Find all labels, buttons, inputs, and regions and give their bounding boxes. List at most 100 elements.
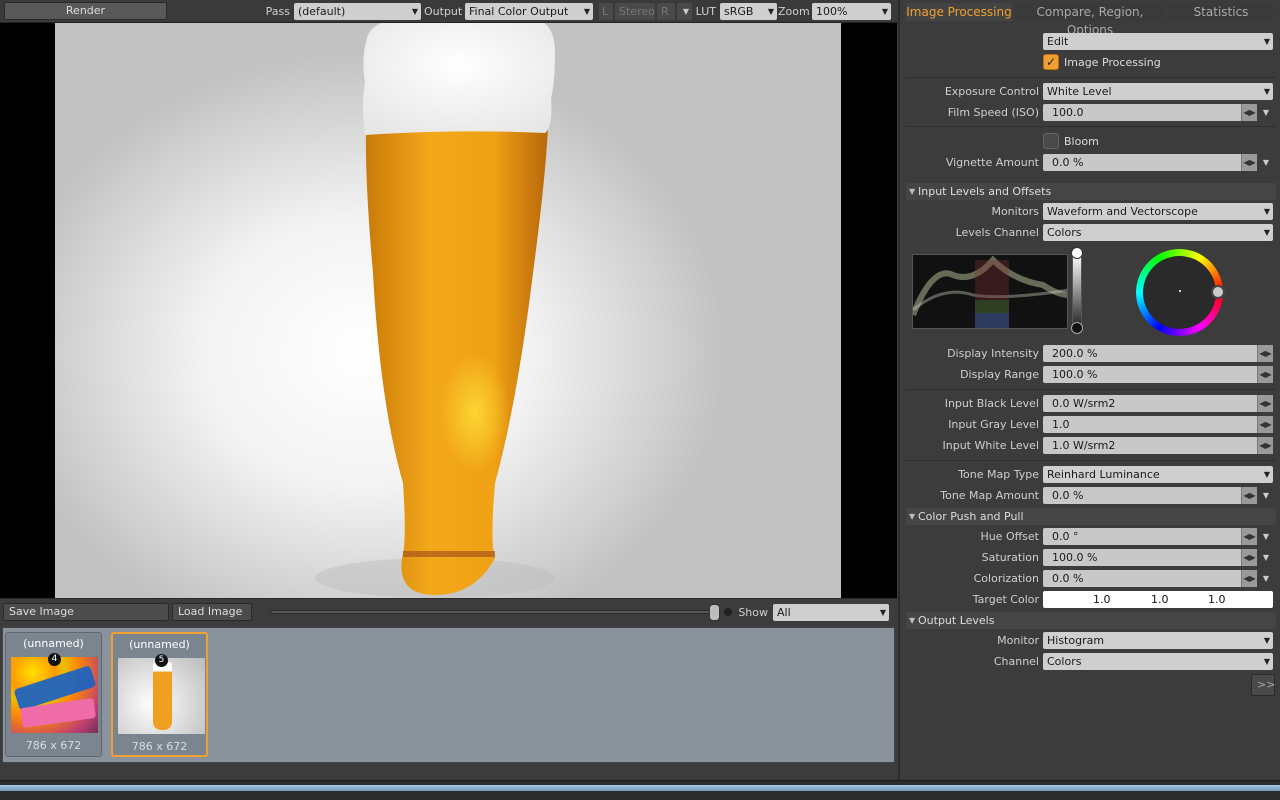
spin-arrows-icon[interactable]: ◀▶ [1241,104,1257,121]
tone-map-type-dropdown[interactable]: Reinhard Luminance ▼ [1043,466,1273,483]
thumbnail-image [11,657,98,733]
image-processing-checkbox[interactable]: ✓ [1043,54,1059,70]
target-color-b[interactable]: 1.0 [1208,591,1226,608]
vectorscope[interactable] [1136,249,1223,336]
monitor-dropdown[interactable]: Histogram ▼ [1043,632,1273,649]
waveform-graph [913,255,1067,328]
target-color-g[interactable]: 1.0 [1151,591,1169,608]
tab-image-processing[interactable]: Image Processing [906,3,1012,21]
render-viewport[interactable] [0,23,897,598]
chevron-down-icon: ▼ [1263,636,1270,645]
display-intensity-value: 200.0 % [1052,347,1098,360]
vignette-field[interactable]: 0.0 % ◀▶ ▼ [1043,154,1269,171]
channel-label: Channel [993,655,1039,668]
stereo-dropdown[interactable]: ▼ [677,3,692,20]
vignette-value: 0.0 % [1052,156,1084,169]
r-label: R [661,5,669,18]
monitor-value: Histogram [1047,634,1105,647]
thumbnail-item[interactable]: (unnamed) 4 786 x 672 [5,632,102,757]
thumbnail-badge: 5 [155,654,168,667]
levels-gradient-bar[interactable] [1072,254,1082,329]
section-input-levels[interactable]: ▼ Input Levels and Offsets [906,183,1276,200]
section-color-push[interactable]: ▼ Color Push and Pull [906,508,1276,525]
tone-map-amount-label: Tone Map Amount [940,489,1039,502]
tab-statistics[interactable]: Statistics [1168,3,1274,21]
target-color-swatch[interactable]: 1.0 1.0 1.0 [1043,591,1273,608]
pass-dropdown[interactable]: (default) ▼ [294,3,421,20]
spin-arrows-icon[interactable]: ◀▶ [1257,437,1273,454]
tone-map-type-value: Reinhard Luminance [1047,468,1160,481]
monitor-label: Monitor [997,634,1039,647]
chevron-down-icon[interactable]: ▼ [1259,487,1273,504]
edit-dropdown[interactable]: Edit ▼ [1043,33,1273,50]
thumbnail-item-selected[interactable]: (unnamed) 5 786 x 672 [111,632,208,757]
chevron-down-icon: ▼ [1263,657,1270,666]
levels-channel-dropdown[interactable]: Colors ▼ [1043,224,1273,241]
stereo-right-button[interactable]: R [657,3,675,20]
film-speed-value: 100.0 [1052,106,1084,119]
chevron-down-icon[interactable]: ▼ [1259,528,1273,545]
stereo-button[interactable]: Stereo [615,3,655,20]
chevron-down-icon: ▼ [879,608,886,617]
spin-arrows-icon[interactable]: ◀▶ [1241,528,1257,545]
spin-arrows-icon[interactable]: ◀▶ [1257,416,1273,433]
timeline-slider-handle[interactable] [709,604,720,621]
target-color-label: Target Color [972,593,1039,606]
lut-label: LUT [695,5,716,18]
lut-dropdown[interactable]: sRGB ▼ [720,3,777,20]
waveform-monitor[interactable] [912,254,1068,329]
chevron-down-icon: ▼ [767,7,774,16]
white-level-handle[interactable] [1071,247,1083,259]
display-intensity-field[interactable]: 200.0 % ◀▶ [1043,345,1273,362]
tone-map-amount-value: 0.0 % [1052,489,1084,502]
show-dropdown[interactable]: All ▼ [773,604,889,621]
chevron-down-icon[interactable]: ▼ [1259,570,1273,587]
display-range-label: Display Range [960,368,1039,381]
chevron-down-icon[interactable]: ▼ [1259,549,1273,566]
spin-arrows-icon[interactable]: ◀▶ [1257,395,1273,412]
divider [906,389,1276,390]
input-black-value: 0.0 W/srm2 [1052,397,1116,410]
hue-handle[interactable] [1211,285,1225,299]
hue-offset-field[interactable]: 0.0 ° ◀▶ ▼ [1043,528,1269,545]
timeline-slider-track[interactable] [270,610,720,614]
spin-arrows-icon[interactable]: ◀▶ [1241,487,1257,504]
save-image-button[interactable]: Save Image [3,603,169,621]
bloom-checkbox[interactable] [1043,133,1059,149]
output-dropdown[interactable]: Final Color Output ▼ [465,3,593,20]
input-black-field[interactable]: 0.0 W/srm2 ◀▶ [1043,395,1273,412]
chevron-down-icon: ▼ [411,7,418,16]
chevron-down-icon[interactable]: ▼ [1259,104,1273,121]
film-speed-label: Film Speed (ISO) [947,106,1039,119]
exposure-control-dropdown[interactable]: White Level ▼ [1043,83,1273,100]
exposure-control-value: White Level [1047,85,1112,98]
zoom-dropdown[interactable]: 100% ▼ [812,3,891,20]
spin-arrows-icon[interactable]: ◀▶ [1241,570,1257,587]
monitors-dropdown[interactable]: Waveform and Vectorscope ▼ [1043,203,1273,220]
target-color-r[interactable]: 1.0 [1093,591,1111,608]
spin-arrows-icon[interactable]: ◀▶ [1257,345,1273,362]
chevron-down-icon[interactable]: ▼ [1259,154,1273,171]
stereo-left-button[interactable]: L [599,3,613,20]
spin-arrows-icon[interactable]: ◀▶ [1241,549,1257,566]
colorization-field[interactable]: 0.0 % ◀▶ ▼ [1043,570,1269,587]
load-image-button[interactable]: Load Image [172,603,252,621]
film-speed-field[interactable]: 100.0 ◀▶ ▼ [1043,104,1269,121]
display-range-field[interactable]: 100.0 % ◀▶ [1043,366,1273,383]
input-gray-field[interactable]: 1.0 ◀▶ [1043,416,1273,433]
channel-dropdown[interactable]: Colors ▼ [1043,653,1273,670]
divider [906,460,1276,461]
divider [906,126,1276,127]
tab-compare-region-options[interactable]: Compare, Region, Options [1016,3,1164,37]
saturation-field[interactable]: 100.0 % ◀▶ ▼ [1043,549,1269,566]
section-output-levels[interactable]: ▼ Output Levels [906,612,1276,629]
spin-arrows-icon[interactable]: ◀▶ [1257,366,1273,383]
render-button[interactable]: Render [4,2,167,20]
spin-arrows-icon[interactable]: ◀▶ [1241,154,1257,171]
chevron-down-icon: ▼ [682,7,689,16]
expand-button[interactable]: >> [1251,674,1275,696]
thumbnail-title: (unnamed) [23,637,84,650]
tone-map-amount-field[interactable]: 0.0 % ◀▶ ▼ [1043,487,1269,504]
black-level-handle[interactable] [1071,322,1083,334]
input-white-field[interactable]: 1.0 W/srm2 ◀▶ [1043,437,1273,454]
